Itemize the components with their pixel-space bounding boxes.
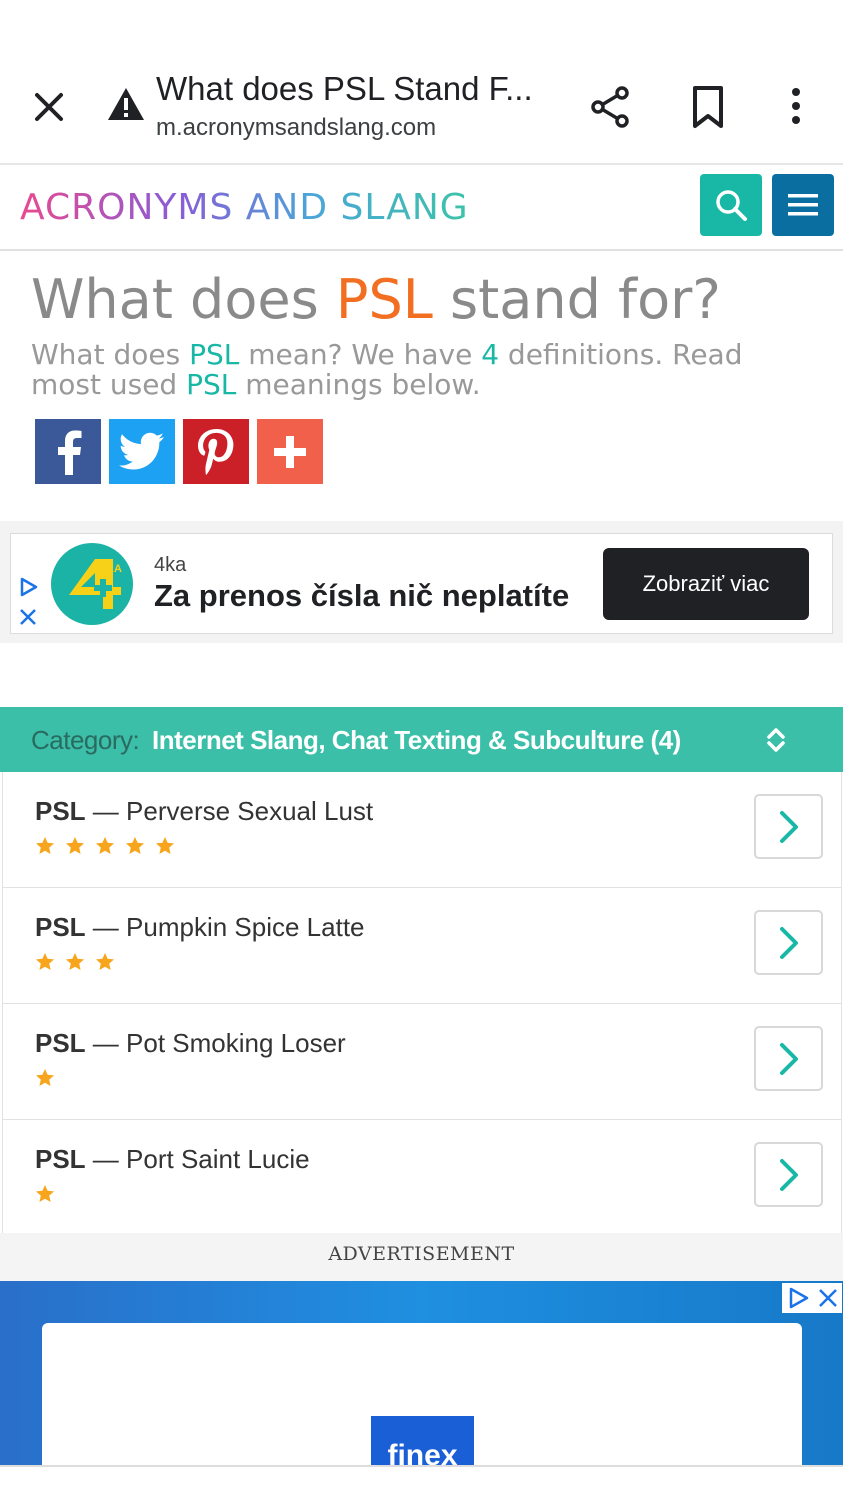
definition-separator: — [85, 912, 127, 942]
site-logo[interactable]: ACRONYMS AND SLANG [20, 187, 469, 228]
adchoices-icon[interactable] [17, 576, 39, 598]
definition-acronym: PSL [35, 796, 86, 826]
chevron-right-icon [779, 1042, 798, 1075]
open-definition-button[interactable] [754, 1026, 823, 1091]
definition-row[interactable]: PSL — Pot Smoking Loser [2, 1004, 842, 1120]
close-ad-icon[interactable] [817, 1287, 839, 1309]
heading-prefix: What does [31, 268, 336, 331]
heading-suffix: stand for? [432, 268, 721, 331]
facebook-icon [58, 430, 82, 475]
bookmark-icon[interactable] [688, 84, 728, 130]
star-icon [125, 836, 145, 856]
subtitle-text: mean? We have [239, 338, 482, 371]
bottom-ad[interactable]: finex [0, 1281, 843, 1465]
definition-text[interactable]: PSL — Perverse Sexual Lust [35, 796, 373, 827]
twitter-share-button[interactable] [109, 419, 175, 484]
definition-text[interactable]: PSL — Pot Smoking Loser [35, 1028, 346, 1059]
browser-toolbar: What does PSL Stand F... m.acronymsandsl… [0, 0, 843, 165]
bottom-edge [0, 1465, 843, 1499]
definition-meaning: Perverse Sexual Lust [126, 796, 374, 826]
advertiser-logo[interactable]: KA [51, 543, 133, 625]
ad-cta-button[interactable]: Zobraziť viac [603, 548, 809, 620]
rating-stars [35, 1184, 55, 1204]
chevron-right-icon [779, 810, 798, 843]
definition-row[interactable]: PSL — Port Saint Lucie [2, 1120, 842, 1236]
sort-icon[interactable] [762, 725, 790, 755]
page-url[interactable]: m.acronymsandslang.com [156, 114, 436, 142]
twitter-icon [119, 432, 164, 469]
banner-ad[interactable]: KA 4ka Za prenos čísla nič neplatíte Zob… [10, 533, 833, 634]
definition-row[interactable]: PSL — Perverse Sexual Lust [2, 772, 842, 888]
definition-meaning: Pot Smoking Loser [126, 1028, 346, 1058]
star-icon [35, 836, 55, 856]
star-icon [65, 836, 85, 856]
star-icon [35, 1068, 55, 1088]
advertisement-label: ADVERTISEMENT [328, 1243, 515, 1265]
more-share-button[interactable] [257, 419, 323, 484]
definition-count: 4 [481, 338, 500, 371]
adchoices-icon[interactable] [786, 1286, 810, 1310]
subtitle-text: What does [31, 338, 190, 371]
heading-acronym: PSL [335, 268, 433, 331]
definition-separator: — [85, 796, 127, 826]
definition-acronym: PSL [35, 912, 86, 942]
subtitle-acronym: PSL [186, 368, 237, 401]
search-icon [716, 190, 747, 221]
more-vert-icon[interactable] [780, 84, 812, 130]
definition-acronym: PSL [35, 1144, 86, 1174]
definitions-list: PSL — Perverse Sexual Lust PSL — Pumpkin … [2, 772, 842, 1236]
close-ad-icon[interactable] [17, 606, 39, 628]
ad-brand: 4ka [154, 554, 187, 576]
definition-meaning: Pumpkin Spice Latte [126, 912, 365, 942]
main-heading: What does PSL stand for? [31, 268, 721, 331]
rating-stars [35, 952, 115, 972]
definition-separator: — [85, 1028, 127, 1058]
site-header: ACRONYMS AND SLANG [0, 167, 843, 251]
chevron-right-icon [779, 1158, 798, 1191]
rating-stars [35, 1068, 55, 1088]
star-icon [65, 952, 85, 972]
pinterest-share-button[interactable] [183, 419, 249, 484]
ad-container: KA 4ka Za prenos čísla nič neplatíte Zob… [0, 521, 843, 643]
open-definition-button[interactable] [754, 794, 823, 859]
star-icon [35, 1184, 55, 1204]
social-share-bar [35, 419, 323, 484]
category-value[interactable]: Internet Slang, Chat Texting & Subcultur… [152, 725, 681, 756]
subtitle: What does PSL mean? We have 4 definition… [31, 340, 821, 400]
category-selector[interactable]: Category: Internet Slang, Chat Texting &… [0, 707, 843, 772]
warning-icon[interactable] [106, 86, 148, 126]
ad-controls [782, 1283, 842, 1313]
definition-row[interactable]: PSL — Pumpkin Spice Latte [2, 888, 842, 1004]
subtitle-acronym: PSL [189, 338, 240, 371]
star-icon [35, 952, 55, 972]
definition-meaning: Port Saint Lucie [126, 1144, 310, 1174]
open-definition-button[interactable] [754, 1142, 823, 1207]
rating-stars [35, 836, 175, 856]
category-label: Category: [31, 725, 140, 755]
facebook-share-button[interactable] [35, 419, 101, 484]
advertisement-label-bar: ADVERTISEMENT [0, 1233, 843, 1281]
star-icon [95, 836, 115, 856]
pinterest-icon [198, 428, 234, 475]
close-icon[interactable] [28, 86, 70, 128]
definition-acronym: PSL [35, 1028, 86, 1058]
menu-button[interactable] [772, 174, 834, 236]
ad-logo[interactable]: finex [371, 1416, 474, 1465]
definition-text[interactable]: PSL — Pumpkin Spice Latte [35, 912, 365, 943]
star-icon [95, 952, 115, 972]
plus-icon [274, 435, 306, 468]
chevron-right-icon [779, 926, 798, 959]
definition-text[interactable]: PSL — Port Saint Lucie [35, 1144, 310, 1175]
subtitle-text: meanings below. [236, 368, 481, 401]
definition-separator: — [85, 1144, 127, 1174]
page-title[interactable]: What does PSL Stand F... [156, 70, 533, 108]
menu-icon [788, 194, 818, 216]
share-icon[interactable] [588, 84, 634, 130]
logo-subtext: KA [106, 563, 122, 575]
open-definition-button[interactable] [754, 910, 823, 975]
ad-headline[interactable]: Za prenos čísla nič neplatíte [154, 578, 569, 614]
search-button[interactable] [700, 174, 762, 236]
star-icon [155, 836, 175, 856]
